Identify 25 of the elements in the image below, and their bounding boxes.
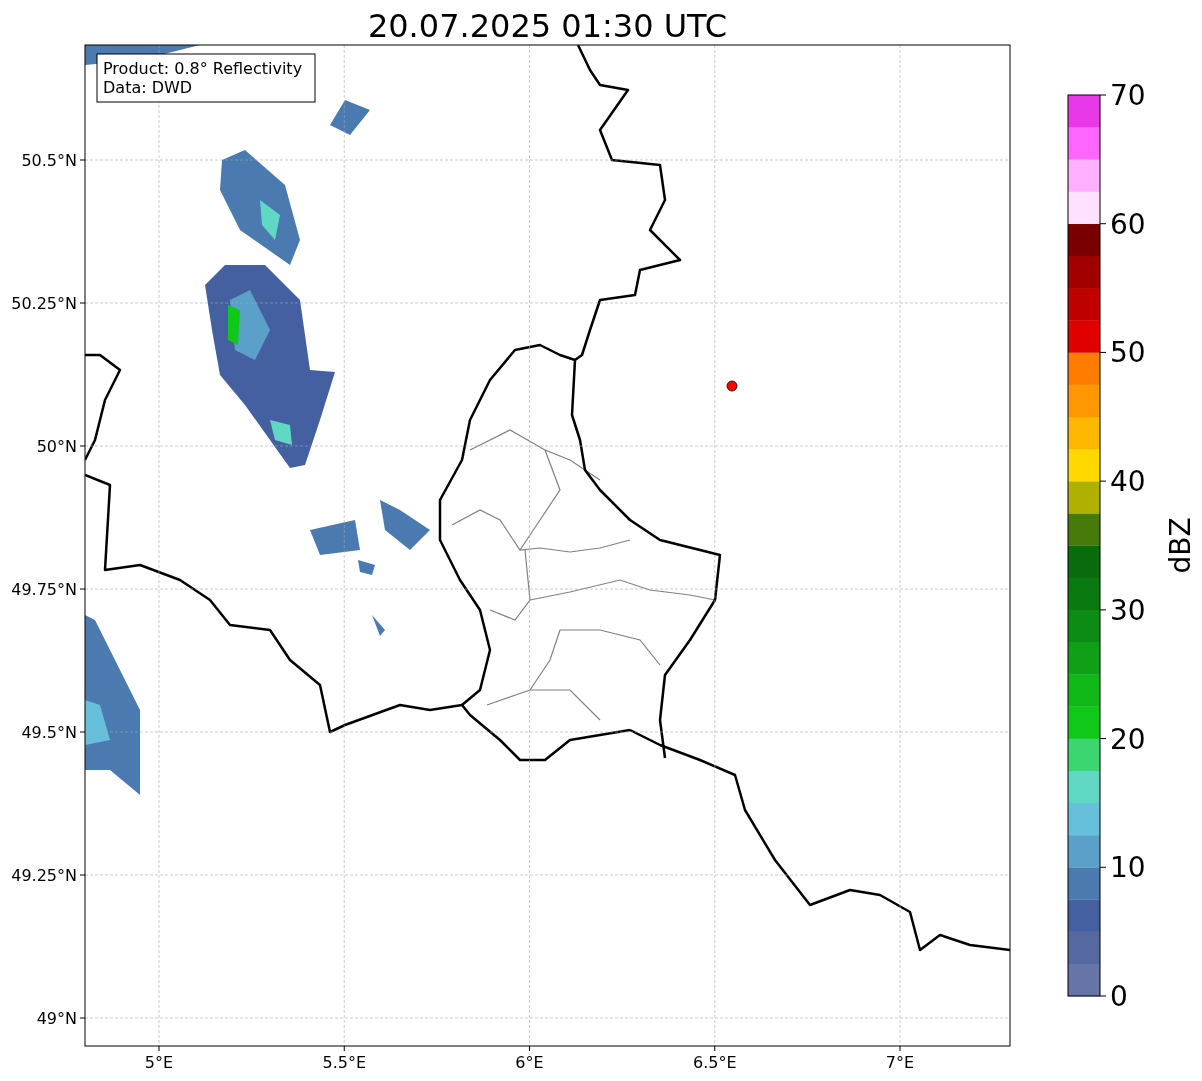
colorbar-tick-label: 60 [1110, 207, 1146, 241]
latitude-label: 50°N [36, 437, 77, 456]
map-title: 20.07.2025 01:30 UTC [367, 7, 728, 45]
legend-text: Product: 0.8° Reflectivity [103, 59, 303, 78]
colorbar-tick-label: 50 [1110, 336, 1146, 370]
longitude-label: 6°E [515, 1053, 544, 1072]
latitude-label: 49°N [36, 1009, 77, 1028]
location-marker [726, 380, 738, 392]
longitude-label: 5°E [144, 1053, 174, 1072]
colorbar-tick-label: 40 [1110, 465, 1146, 499]
latitude-label: 49.25°N [11, 866, 77, 885]
longitude-label: 6.5°E [692, 1053, 737, 1072]
latitude-label: 50.5°N [21, 151, 77, 170]
colorbar-tick-label: 30 [1110, 593, 1146, 627]
longitude-label: 7°E [885, 1053, 915, 1072]
colorbar-label: dBZ [1164, 517, 1197, 574]
latitude-label: 49.5°N [21, 723, 77, 742]
colorbar-tick-label: 70 [1110, 79, 1146, 112]
latitude-label: 50.25°N [11, 294, 77, 313]
latitude-label: 49.75°N [11, 580, 77, 599]
longitude-label: 5.5°E [322, 1053, 367, 1072]
colorbar-tick-label: 0 [1110, 980, 1128, 1013]
colorbar-tick-label: 20 [1110, 722, 1146, 756]
colorbar-tick-label: 10 [1110, 851, 1146, 885]
legend-text: Data: DWD [103, 78, 193, 97]
